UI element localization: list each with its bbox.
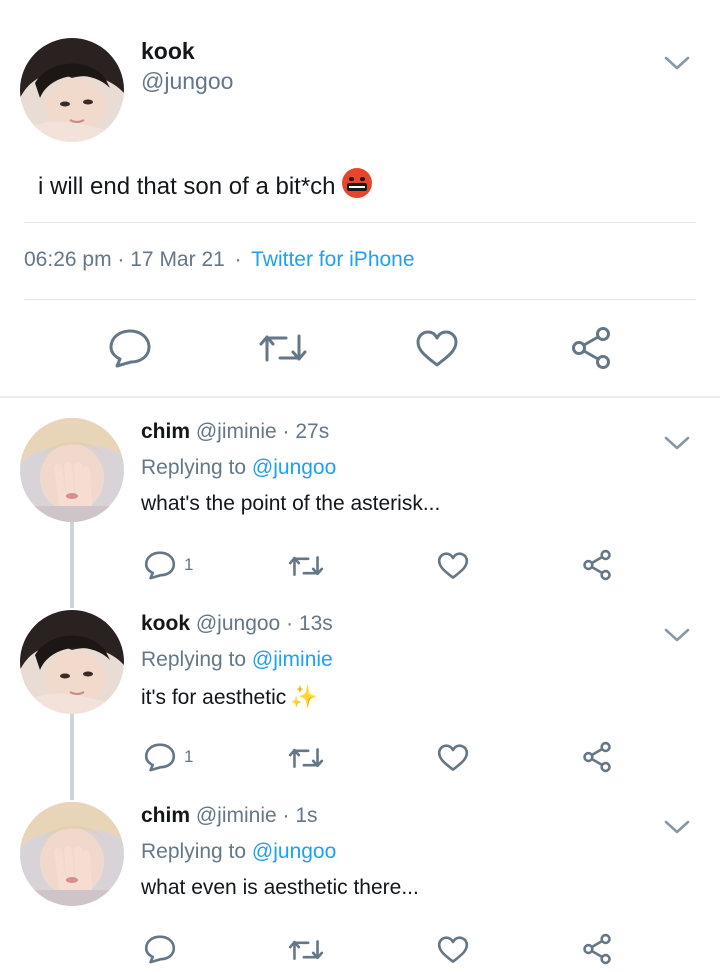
replying-to-label: Replying to	[141, 456, 247, 479]
divider	[24, 222, 696, 223]
reply-icon	[109, 329, 151, 368]
reply-text: it's for aesthetic ✨	[141, 684, 318, 710]
main-tweet-author-name[interactable]: kook	[141, 38, 195, 65]
share-button[interactable]	[582, 741, 612, 773]
reply-author-handle[interactable]: @jiminie	[196, 420, 277, 443]
reply-text: what even is aesthetic there...	[141, 876, 419, 899]
retweet-icon	[288, 748, 324, 768]
reply-author-name[interactable]: kook	[141, 612, 190, 635]
heart-icon	[437, 936, 469, 963]
meta-separator: ·	[117, 248, 125, 271]
retweet-icon	[259, 334, 307, 362]
like-button[interactable]	[437, 936, 469, 964]
like-button[interactable]	[415, 330, 459, 368]
retweet-button[interactable]	[288, 937, 324, 963]
reply-header: chim @jiminie · 27s	[141, 420, 329, 444]
heart-icon	[416, 330, 458, 367]
replying-to-mention[interactable]: @jungoo	[252, 840, 336, 863]
reply-button[interactable]	[144, 934, 184, 964]
reply-options-chevron-icon[interactable]	[663, 818, 691, 841]
sparkles-icon: ✨	[290, 684, 318, 709]
share-button[interactable]	[582, 933, 612, 965]
share-button[interactable]	[570, 326, 612, 370]
avatar-kook[interactable]	[20, 38, 124, 142]
tweet-time: 06:26 pm	[24, 248, 112, 271]
reply-author-handle[interactable]: @jiminie	[196, 804, 277, 827]
divider	[24, 299, 696, 300]
avatar-chim[interactable]	[20, 418, 124, 522]
retweet-button[interactable]	[258, 330, 308, 366]
reply-icon	[144, 935, 176, 964]
avatar-kook[interactable]	[20, 610, 124, 714]
share-button[interactable]	[582, 549, 612, 581]
replying-to-label: Replying to	[141, 840, 247, 863]
reply-timestamp: · 1s	[282, 804, 318, 827]
section-divider	[0, 396, 720, 398]
tweet-source-link[interactable]: Twitter for iPhone	[251, 248, 414, 271]
replying-to: Replying to @jiminie	[141, 648, 333, 672]
retweet-icon	[288, 556, 324, 576]
reply-button[interactable]: 1	[144, 742, 193, 772]
main-tweet-author-handle[interactable]: @jungoo	[141, 68, 233, 95]
like-button[interactable]	[437, 744, 469, 772]
reply-author-name[interactable]: chim	[141, 420, 190, 443]
reply-button[interactable]: 1	[144, 550, 193, 580]
share-icon	[583, 741, 611, 773]
retweet-button[interactable]	[288, 553, 324, 579]
share-icon	[572, 327, 610, 369]
reply-options-chevron-icon[interactable]	[663, 626, 691, 649]
thread-line	[70, 522, 74, 608]
replying-to-label: Replying to	[141, 648, 247, 671]
reply-author-name[interactable]: chim	[141, 804, 190, 827]
share-icon	[583, 933, 611, 965]
main-tweet-text: i will end that son of a bit*ch	[38, 168, 372, 201]
retweet-button[interactable]	[288, 745, 324, 771]
retweet-icon	[288, 940, 324, 960]
reply-text: what's the point of the asterisk...	[141, 492, 441, 515]
reply-timestamp: · 13s	[286, 612, 333, 635]
share-icon	[583, 549, 611, 581]
reply-header: chim @jiminie · 1s	[141, 804, 318, 828]
reply-count: 1	[184, 555, 194, 574]
reply-header: kook @jungoo · 13s	[141, 612, 333, 636]
reply-options-chevron-icon[interactable]	[663, 434, 691, 457]
tweet-metadata: 06:26 pm · 17 Mar 21 · Twitter for iPhon…	[24, 248, 415, 272]
reply-timestamp: · 27s	[282, 420, 330, 443]
angry-face-emoji-icon	[341, 168, 372, 198]
main-tweet-text-content: i will end that son of a bit*ch	[38, 173, 336, 200]
tweet-date: 17 Mar 21	[130, 248, 225, 271]
heart-icon	[437, 744, 469, 771]
avatar-chim[interactable]	[20, 802, 124, 906]
reply-icon	[144, 551, 176, 580]
replying-to-mention[interactable]: @jiminie	[252, 648, 333, 671]
reply-icon	[144, 743, 176, 772]
thread-line	[70, 714, 74, 800]
tweet-options-chevron-icon[interactable]	[663, 54, 691, 77]
replying-to: Replying to @jungoo	[141, 840, 336, 864]
like-button[interactable]	[437, 552, 469, 580]
reply-count: 1	[184, 747, 194, 766]
reply-author-handle[interactable]: @jungoo	[196, 612, 280, 635]
meta-separator: ·	[234, 248, 242, 271]
heart-icon	[437, 552, 469, 579]
replying-to: Replying to @jungoo	[141, 456, 336, 480]
replying-to-mention[interactable]: @jungoo	[252, 456, 336, 479]
reply-text-content: it's for aesthetic	[141, 686, 287, 709]
reply-button[interactable]	[108, 328, 152, 368]
